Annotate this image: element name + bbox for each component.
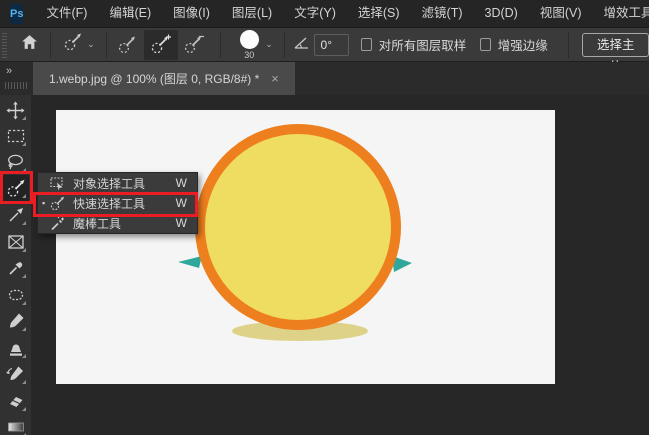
sample-all-layers-label: 对所有图层取样 bbox=[378, 39, 467, 53]
options-bar: ⌄ 30 ⌄ 0° 对所有图层取样 增强边缘 选择主 bbox=[0, 28, 649, 74]
tab-close-icon[interactable]: × bbox=[271, 71, 279, 86]
toolbar-grip[interactable] bbox=[5, 82, 28, 89]
angle-icon bbox=[293, 35, 310, 55]
add-to-selection-mode-button[interactable] bbox=[144, 29, 179, 60]
marquee-icon bbox=[7, 129, 24, 143]
chevron-down-icon: ⌄ bbox=[265, 39, 273, 49]
brush-size-value: 30 bbox=[244, 49, 255, 60]
move-icon bbox=[6, 101, 25, 119]
red-highlight-toolbar-quick-selection bbox=[0, 171, 33, 204]
frame-tool[interactable] bbox=[2, 229, 29, 255]
chevron-down-icon: ⌄ bbox=[87, 39, 95, 49]
menu-view[interactable]: 视图(V) bbox=[529, 0, 593, 27]
crop-tool[interactable] bbox=[2, 202, 29, 228]
spot-healing-icon bbox=[8, 289, 23, 301]
photoshop-logo-text: Ps bbox=[10, 7, 24, 20]
document-tab[interactable]: 1.webp.jpg @ 100% (图层 0, RGB/8#) * × bbox=[33, 62, 295, 95]
brush-preview: 30 bbox=[236, 29, 262, 60]
enhance-edge-checkbox[interactable] bbox=[480, 38, 491, 51]
enhance-edge-label: 增强边缘 bbox=[497, 39, 548, 53]
brush-tool[interactable] bbox=[2, 308, 29, 334]
magic-wand-icon bbox=[50, 216, 65, 231]
tool-preset-picker[interactable]: ⌄ bbox=[57, 30, 100, 60]
brush-new-selection-icon bbox=[119, 36, 136, 53]
menu-type[interactable]: 文字(Y) bbox=[283, 0, 347, 27]
menu-file[interactable]: 文件(F) bbox=[35, 0, 98, 27]
photoshop-window: Ps 文件(F) 编辑(E) 图像(I) 图层(L) 文字(Y) 选择(S) 滤… bbox=[0, 0, 649, 435]
tab-bar: » 1.webp.jpg @ 100% (图层 0, RGB/8#) * × bbox=[0, 62, 649, 95]
fruit-leaf-left bbox=[178, 256, 202, 268]
home-icon bbox=[20, 33, 39, 56]
frame-icon bbox=[7, 235, 24, 249]
menu-image[interactable]: 图像(I) bbox=[162, 0, 221, 27]
clone-stamp-icon bbox=[9, 344, 22, 356]
spot-healing-brush-tool[interactable] bbox=[2, 282, 29, 308]
brush-size-picker[interactable]: 30 ⌄ bbox=[227, 29, 278, 60]
lasso-icon bbox=[8, 154, 23, 170]
fruit-body bbox=[195, 124, 401, 330]
red-highlight-menu-quick-selection bbox=[33, 192, 198, 217]
tools-panel bbox=[0, 95, 31, 435]
menu-item-shortcut: W bbox=[175, 216, 187, 230]
rectangular-marquee-tool[interactable] bbox=[2, 123, 29, 149]
document-canvas[interactable] bbox=[56, 110, 555, 384]
fruit-illustration bbox=[178, 124, 412, 341]
brush-subtract-selection-icon bbox=[185, 35, 205, 53]
subtract-from-selection-mode-button[interactable] bbox=[178, 30, 210, 60]
separator bbox=[283, 31, 285, 58]
menu-layer[interactable]: 图层(L) bbox=[221, 0, 283, 27]
gradient-icon bbox=[7, 422, 24, 432]
brush-icon bbox=[9, 313, 23, 328]
menu-filter[interactable]: 滤镜(T) bbox=[411, 0, 474, 27]
brush-add-selection-icon bbox=[152, 34, 172, 53]
eyedropper-tool[interactable] bbox=[2, 255, 29, 281]
menu-item-label: 魔棒工具 bbox=[73, 216, 122, 231]
menu-item-shortcut: W bbox=[175, 176, 187, 190]
menu-items: 文件(F) 编辑(E) 图像(I) 图层(L) 文字(Y) 选择(S) 滤镜(T… bbox=[35, 0, 649, 27]
quick-selection-brush-icon bbox=[62, 32, 84, 57]
new-selection-mode-button[interactable] bbox=[112, 30, 144, 60]
menu-item-object-selection-tool[interactable]: 对象选择工具 W bbox=[38, 173, 197, 193]
move-tool[interactable] bbox=[2, 97, 29, 123]
menu-3d[interactable]: 3D(D) bbox=[474, 0, 529, 27]
select-subject-button[interactable]: 选择主体 bbox=[582, 32, 649, 74]
separator bbox=[50, 31, 52, 58]
document-tab-title: 1.webp.jpg @ 100% (图层 0, RGB/8#) * bbox=[49, 72, 260, 86]
crop-icon bbox=[8, 208, 23, 222]
sample-all-layers-checkbox[interactable] bbox=[361, 38, 372, 51]
eraser-icon bbox=[9, 397, 22, 407]
eraser-tool[interactable] bbox=[2, 388, 29, 414]
eyedropper-icon bbox=[8, 262, 22, 275]
options-bar-grip[interactable] bbox=[2, 31, 8, 58]
separator bbox=[220, 31, 222, 58]
separator bbox=[567, 31, 569, 58]
menu-item-label: 对象选择工具 bbox=[73, 176, 146, 191]
menu-bar: Ps 文件(F) 编辑(E) 图像(I) 图层(L) 文字(Y) 选择(S) 滤… bbox=[0, 0, 649, 28]
menu-select[interactable]: 选择(S) bbox=[347, 0, 411, 27]
separator bbox=[105, 31, 107, 58]
menu-edit[interactable]: 编辑(E) bbox=[98, 0, 162, 27]
gradient-tool[interactable] bbox=[2, 414, 29, 435]
menu-plugins[interactable]: 增效工具 bbox=[593, 0, 649, 27]
brush-tip-icon bbox=[239, 29, 259, 49]
brush-angle-input[interactable]: 0° bbox=[313, 33, 350, 56]
clone-stamp-tool[interactable] bbox=[2, 335, 29, 361]
history-brush-tool[interactable] bbox=[2, 361, 29, 387]
photoshop-logo: Ps bbox=[10, 3, 24, 24]
home-button[interactable] bbox=[15, 30, 44, 60]
history-brush-icon bbox=[6, 366, 23, 380]
object-selection-icon bbox=[50, 176, 65, 191]
toolbar-collapse-icon[interactable]: » bbox=[6, 65, 12, 77]
